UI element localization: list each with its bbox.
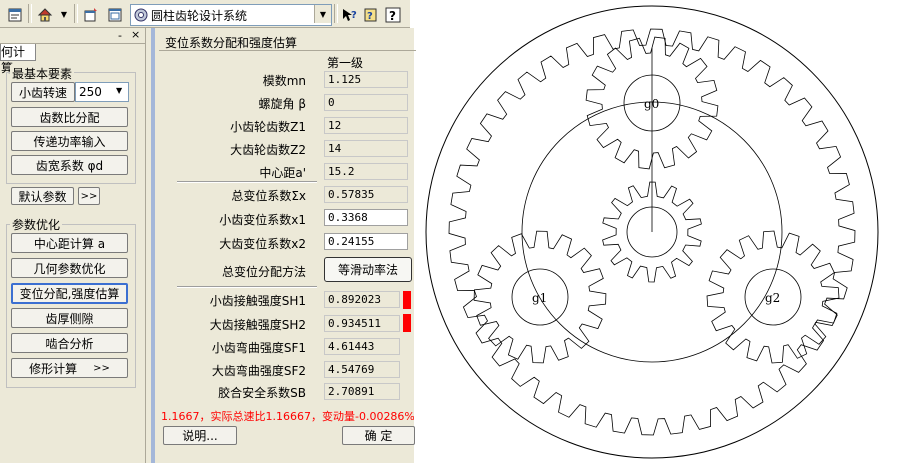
speed-button[interactable]: 小齿转速 [11,82,75,102]
sh2-label: 大齿接触强度SH2 [209,318,306,332]
svg-text:?: ? [367,11,373,22]
pinion-shift-input[interactable]: 0.3368 [324,209,408,226]
chevron-down-icon: ▼ [116,86,123,95]
modify-more-label: >> [93,362,110,374]
dialog-title: 变位系数分配和强度估算 [165,36,298,50]
gear-shift-label: 大齿变位系数x2 [219,237,306,251]
ratio-button[interactable]: 齿数比分配 [11,107,128,127]
sh2-warning-indicator [403,314,411,332]
pinion-teeth-label: 小齿轮齿数Z1 [230,120,306,134]
sh1-label: 小齿接触强度SH1 [209,294,306,308]
module-field: 1.125 [324,71,408,88]
planetary-gear-set: g0 g1 g2 [425,5,879,459]
help-question-icon[interactable]: ? [382,3,404,26]
properties-icon[interactable] [3,3,27,26]
tooth-thickness-button[interactable]: 齿厚侧隙 [11,308,128,328]
gear-shift-input[interactable]: 0.24155 [324,233,408,250]
separator-2 [177,286,317,288]
modify-calc-button[interactable]: 修形计算 >> [11,358,128,378]
planet-label-g0: g0 [644,97,659,111]
more-params-button[interactable]: >> [78,187,100,205]
app-selector-combo[interactable]: 圆柱齿轮设计系统 ▼ [130,4,332,26]
panel-caption-bar: - × [0,28,145,43]
speed-select[interactable]: 250 ▼ [75,82,129,102]
close-icon[interactable]: × [131,28,140,41]
geometry-optimize-button[interactable]: 几何参数优化 [11,258,128,278]
modify-calc-label: 修形计算 [29,361,78,376]
center-distance-button[interactable]: 中心距计算 a [11,233,128,253]
sf2-label: 大齿弯曲强度SF2 [211,364,306,378]
power-button[interactable]: 传递功率输入 [11,131,128,151]
separator-1 [177,181,317,183]
gear-app-icon [134,8,148,22]
toolbar: ▼ 圆柱齿轮设计系统 ▼ ? ? ? [0,0,410,28]
total-shift-label: 总变位系数Σx [231,189,306,203]
group-optimize-label: 参数优化 [10,216,63,233]
pinion-shift-label: 小齿变位系数x1 [219,213,306,227]
help-button[interactable]: 说明... [163,426,237,445]
shift-strength-button[interactable]: 变位分配,强度估算 [11,283,128,304]
method-label: 总变位分配方法 [221,265,306,279]
default-params-button[interactable]: 默认参数 [11,187,74,205]
gear-drawing-canvas: g0 g1 g2 [425,5,879,459]
whats-this-icon[interactable]: ? [338,3,360,26]
helix-angle-label: 螺旋角 β [258,97,306,111]
planet-label-g1: g1 [532,291,547,305]
center-distance-label: 中心距a' [259,166,306,180]
help-book-icon[interactable]: ? [360,3,382,26]
sh1-warning-indicator [403,291,411,309]
pinion-teeth-field: 12 [324,117,408,134]
app-combo-text: 圆柱齿轮设计系统 [151,8,248,23]
sh1-field: 0.892023 [324,291,400,308]
sb-field: 2.70891 [324,383,400,400]
dropdown-arrow-icon[interactable]: ▼ [56,3,72,26]
new-window-icon[interactable] [79,3,103,26]
helix-angle-field: 0 [324,94,408,111]
mesh-analysis-button[interactable]: 啮合分析 [11,333,128,353]
svg-text:?: ? [389,9,396,23]
svg-text:?: ? [351,10,357,21]
combo-dropdown-icon[interactable]: ▼ [314,5,331,23]
shift-strength-dialog: 变位系数分配和强度估算 第一级 模数mn 1.125 螺旋角 β 0 小齿轮齿数… [151,28,416,463]
pin-icon[interactable]: - [118,29,122,42]
planet-label-g2: g2 [765,291,780,305]
ok-button[interactable]: 确 定 [342,426,415,445]
window-list-icon[interactable] [103,3,127,26]
center-distance-field: 15.2 [324,163,408,180]
gear-teeth-label: 大齿轮齿数Z2 [230,143,306,157]
home-icon[interactable] [33,3,57,26]
equal-slide-method-button[interactable]: 等滑动率法 [324,257,412,282]
sb-label: 胶合安全系数SB [218,386,306,400]
module-label: 模数mn [262,74,306,88]
speed-value: 250 [79,85,102,99]
sf1-field: 4.61443 [324,338,400,355]
group-basic-label: 最基本要素 [10,65,75,82]
gear-teeth-field: 14 [324,140,408,157]
stage-header: 第一级 [327,56,364,70]
total-shift-field: 0.57835 [324,186,408,203]
width-coef-button[interactable]: 齿宽系数 φd [11,155,128,175]
sh2-field: 0.934511 [324,315,400,332]
sf2-field: 4.54769 [324,361,400,378]
tab-geometry-calc[interactable]: 何计算 [0,44,36,75]
sf1-label: 小齿弯曲强度SF1 [211,341,306,355]
status-text: 1.1667，实际总速比1.16667，变动量-0.00286% [161,410,414,423]
